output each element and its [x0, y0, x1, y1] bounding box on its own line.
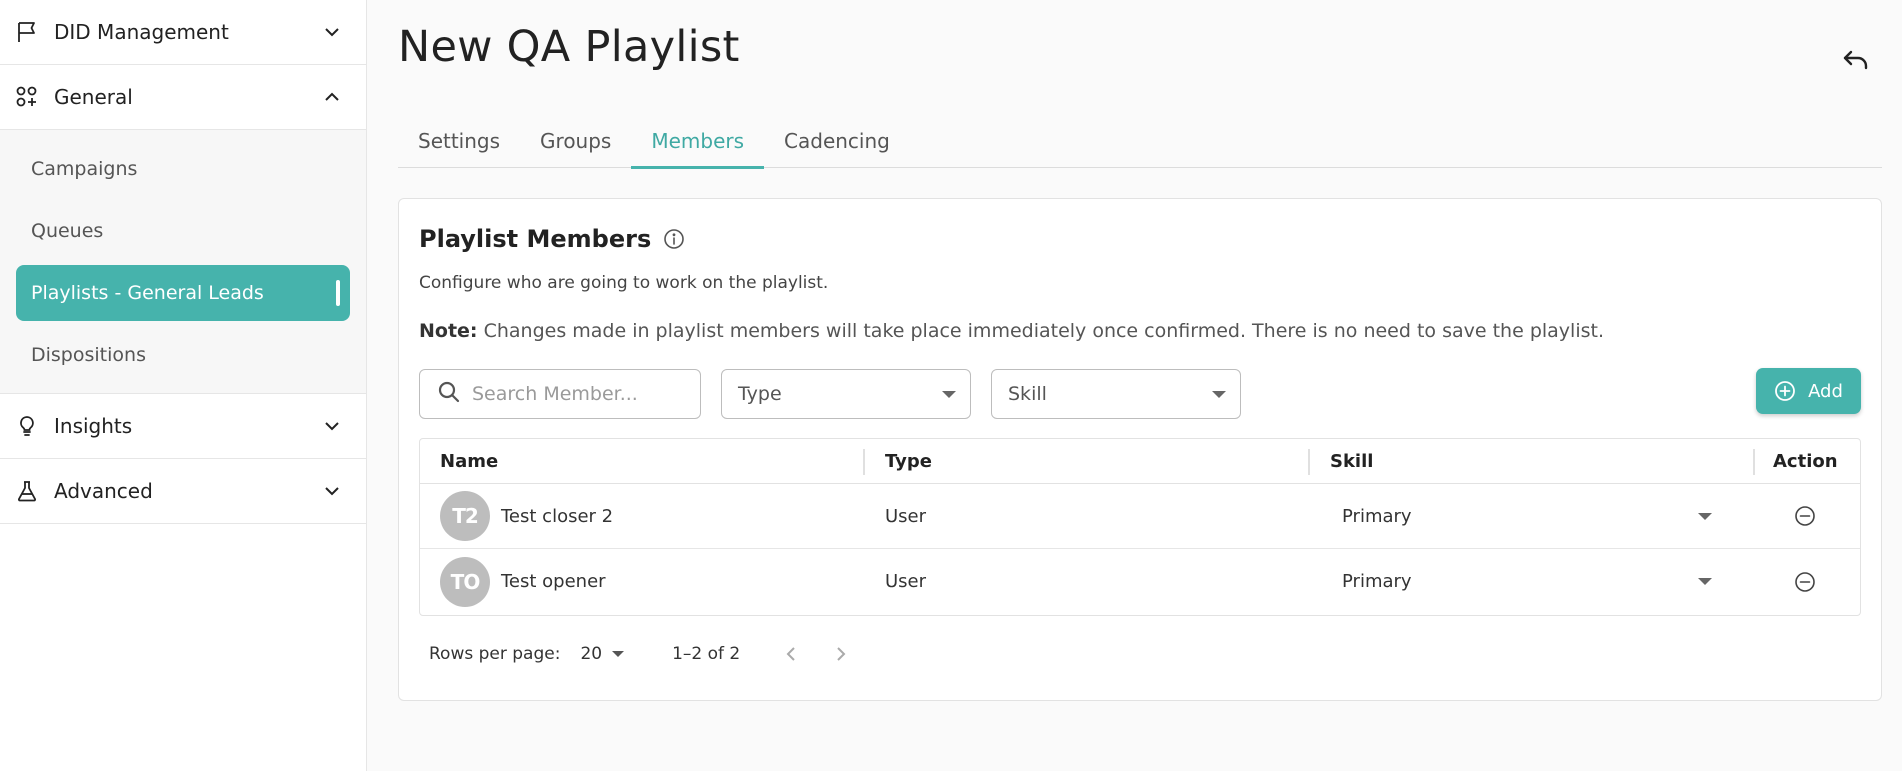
add-button-label: Add: [1808, 380, 1843, 402]
card-header: Playlist Members: [419, 225, 685, 253]
member-type: User: [885, 505, 927, 527]
sidebar-section-advanced[interactable]: Advanced: [0, 459, 366, 524]
remove-member-button[interactable]: [1792, 503, 1818, 529]
members-table: Name Type Skill Action T2 Test closer 2 …: [419, 438, 1861, 616]
rows-per-page-label: Rows per page:: [429, 644, 561, 664]
chevron-up-icon: [322, 87, 342, 107]
active-indicator: [336, 280, 340, 306]
search-icon: [438, 381, 460, 407]
type-filter-label: Type: [738, 383, 782, 405]
skill-value: Primary: [1342, 571, 1412, 592]
page-range: 1–2 of 2: [672, 644, 741, 664]
table-row: T2 Test closer 2 User Primary: [420, 484, 1860, 549]
minus-circle-icon: [1795, 571, 1815, 592]
sidebar-section-label: General: [54, 85, 133, 109]
main-content: New QA Playlist Settings Groups Members …: [367, 0, 1902, 771]
tab-settings[interactable]: Settings: [398, 113, 520, 168]
add-member-button[interactable]: Add: [1756, 368, 1861, 414]
member-name: Test opener: [501, 571, 606, 592]
member-skill-cell: Primary: [1310, 484, 1755, 549]
action-cell: [1755, 549, 1855, 614]
sidebar-section-general[interactable]: General: [0, 65, 366, 130]
caret-down-icon: [1698, 578, 1712, 585]
sidebar-section-label: DID Management: [54, 20, 229, 44]
general-submenu: Campaigns Queues Playlists - General Lea…: [0, 130, 366, 394]
chevron-left-icon: [786, 647, 795, 661]
member-skill-cell: Primary: [1310, 549, 1755, 614]
caret-down-icon: [1212, 391, 1226, 398]
flag-icon: [14, 19, 40, 45]
chevron-down-icon: [322, 416, 342, 436]
member-search: [419, 369, 701, 419]
avatar: TO: [440, 556, 490, 607]
column-header-type[interactable]: Type: [865, 439, 1310, 484]
skill-filter[interactable]: Skill: [991, 369, 1241, 419]
tab-groups[interactable]: Groups: [520, 113, 631, 168]
apps-add-icon: [14, 84, 40, 110]
next-page-button[interactable]: [826, 639, 856, 669]
column-header-action: Action: [1773, 450, 1838, 472]
playlist-members-card: Playlist Members Configure who are going…: [398, 198, 1882, 701]
column-header-name[interactable]: Name: [420, 439, 865, 484]
column-header-skill[interactable]: Skill: [1310, 439, 1755, 484]
caret-down-icon: [1698, 512, 1712, 520]
chevron-down-icon: [322, 22, 342, 42]
caret-down-icon: [612, 651, 625, 657]
note-label: Note:: [419, 320, 478, 342]
avatar: T2: [440, 491, 490, 541]
chevron-down-icon: [322, 481, 342, 501]
pagination: Rows per page: 20 1–2 of 2: [429, 639, 856, 669]
lightbulb-icon: [14, 413, 40, 439]
card-description: Configure who are going to work on the p…: [419, 273, 829, 293]
note-text: Changes made in playlist members will ta…: [477, 320, 1604, 342]
undo-button[interactable]: [1840, 44, 1872, 74]
search-input[interactable]: [472, 383, 692, 405]
caret-down-icon: [942, 391, 956, 398]
sidebar-item-label: Playlists - General Leads: [31, 282, 264, 304]
previous-page-button[interactable]: [776, 639, 806, 669]
member-name: Test closer 2: [501, 505, 614, 527]
skill-select[interactable]: Primary: [1342, 571, 1732, 592]
sidebar-section-did-management[interactable]: DID Management: [0, 0, 366, 65]
flask-icon: [14, 478, 40, 504]
minus-circle-icon: [1795, 506, 1815, 526]
sidebar: DID Management General Campaigns Queues …: [0, 0, 367, 771]
rows-per-page-value: 20: [580, 644, 603, 664]
plus-circle-icon: [1774, 380, 1796, 402]
sidebar-section-insights[interactable]: Insights: [0, 394, 366, 459]
remove-member-button[interactable]: [1792, 569, 1818, 595]
chevron-right-icon: [837, 647, 846, 661]
sidebar-item-queues[interactable]: Queues: [0, 200, 366, 262]
sidebar-item-campaigns[interactable]: Campaigns: [0, 138, 366, 200]
skill-value: Primary: [1342, 505, 1412, 527]
info-icon[interactable]: [663, 228, 685, 250]
card-title: Playlist Members: [419, 225, 652, 253]
tab-cadencing[interactable]: Cadencing: [764, 113, 910, 168]
sidebar-section-label: Advanced: [54, 479, 153, 503]
tab-bar: Settings Groups Members Cadencing: [398, 113, 1882, 169]
sidebar-item-dispositions[interactable]: Dispositions: [0, 324, 366, 386]
card-note: Note: Changes made in playlist members w…: [419, 320, 1604, 342]
tab-members[interactable]: Members: [631, 113, 764, 169]
undo-icon: [1843, 50, 1868, 70]
action-cell: [1755, 484, 1855, 549]
sidebar-section-label: Insights: [54, 414, 133, 438]
page-title: New QA Playlist: [398, 22, 740, 72]
member-type: User: [885, 571, 927, 592]
type-filter[interactable]: Type: [721, 369, 971, 419]
skill-filter-label: Skill: [1008, 383, 1047, 405]
table-header: Name Type Skill Action: [420, 439, 1860, 484]
rows-per-page-select[interactable]: 20: [580, 644, 625, 664]
member-name-cell: T2 Test closer 2: [420, 484, 865, 549]
sidebar-item-playlists[interactable]: Playlists - General Leads: [16, 265, 350, 321]
table-row: TO Test opener User Primary: [420, 549, 1860, 614]
skill-select[interactable]: Primary: [1342, 506, 1732, 527]
member-name-cell: TO Test opener: [420, 549, 865, 614]
